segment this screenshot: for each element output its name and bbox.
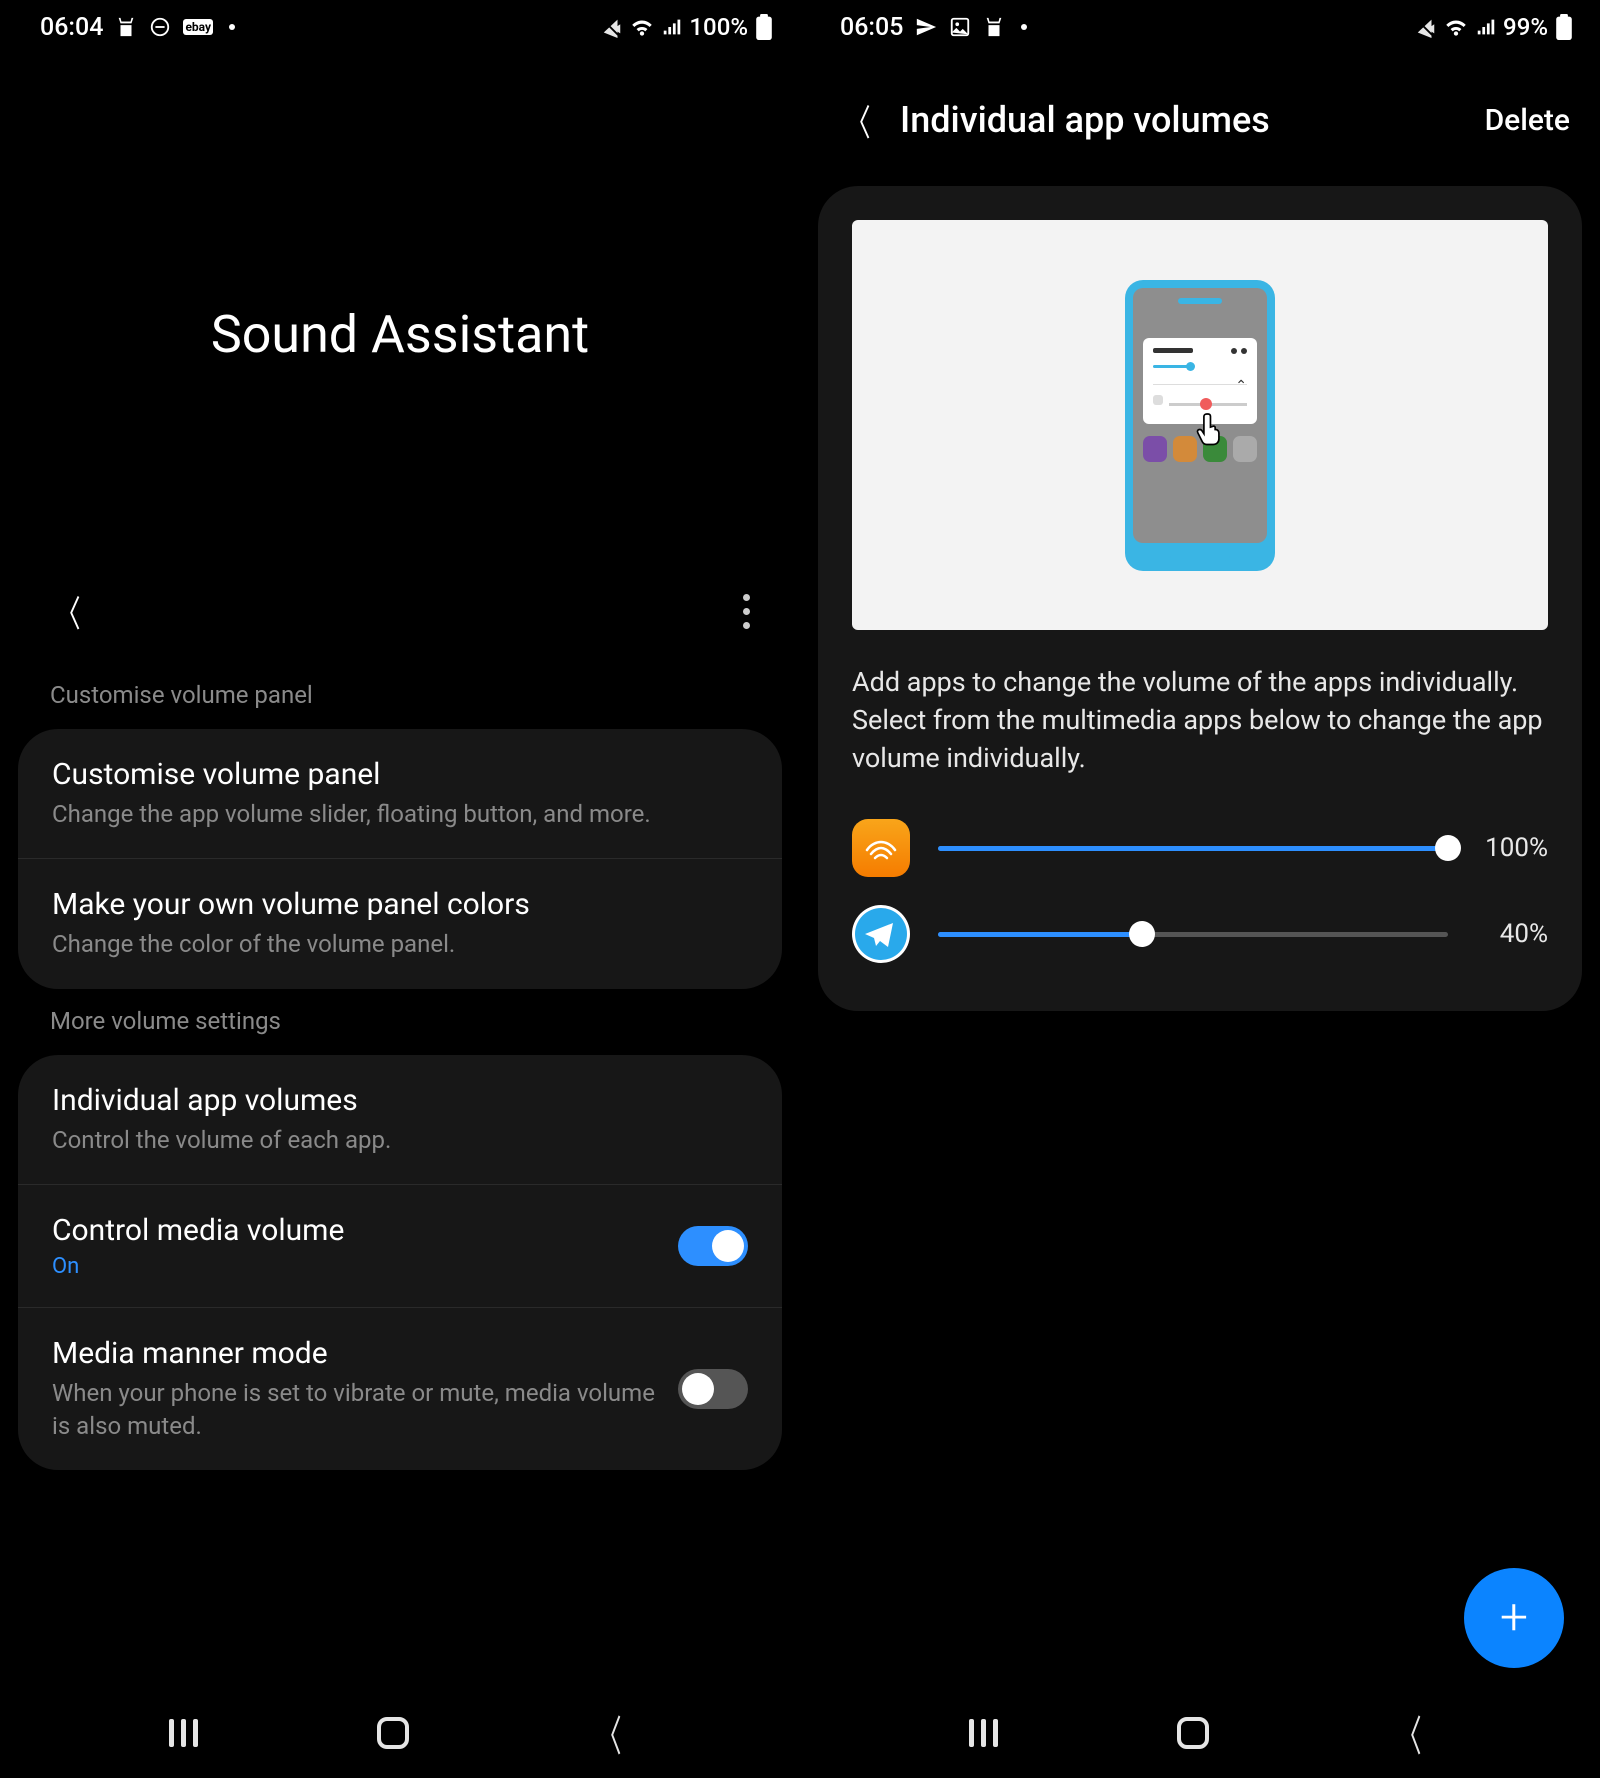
item-title: Customise volume panel xyxy=(52,757,748,792)
nav-recents-button[interactable] xyxy=(169,1719,198,1747)
item-title: Media manner mode xyxy=(52,1336,660,1371)
wifi-icon xyxy=(1443,16,1469,38)
volume-slider-telegram[interactable] xyxy=(938,932,1448,937)
plus-icon: + xyxy=(1500,1589,1528,1647)
card-app-volumes: ⌃ xyxy=(818,186,1582,1011)
page-title: Individual app volumes xyxy=(900,99,1461,141)
status-time: 06:05 xyxy=(840,13,903,42)
item-media-manner-mode[interactable]: Media manner mode When your phone is set… xyxy=(18,1308,782,1470)
battery-percent: 100% xyxy=(689,13,748,41)
nav-home-button[interactable] xyxy=(377,1717,409,1749)
add-app-fab[interactable]: + xyxy=(1464,1568,1564,1668)
navigation-bar: 〈 xyxy=(800,1688,1600,1778)
item-title: Individual app volumes xyxy=(52,1083,748,1118)
vibrate-icon xyxy=(601,16,623,38)
more-menu-button[interactable] xyxy=(743,594,750,629)
battery-icon xyxy=(1556,14,1572,40)
battery-icon xyxy=(756,14,772,40)
app-volume-row-telegram: 40% xyxy=(852,891,1548,977)
item-title: Control media volume xyxy=(52,1213,660,1248)
item-individual-app-volumes[interactable]: Individual app volumes Control the volum… xyxy=(18,1055,782,1185)
volume-value-telegram: 40% xyxy=(1476,919,1548,949)
do-not-disturb-icon xyxy=(149,16,171,38)
delete-button[interactable]: Delete xyxy=(1485,103,1570,138)
section-header-more: More volume settings xyxy=(0,1007,800,1055)
back-button[interactable]: 〈 xyxy=(55,585,80,637)
screen-individual-app-volumes: 06:05 99% xyxy=(800,0,1600,1778)
item-subtitle: Change the app volume slider, floating b… xyxy=(52,798,748,830)
description-text: Add apps to change the volume of the app… xyxy=(852,664,1548,777)
status-bar: 06:04 ebay 100% xyxy=(0,0,800,54)
back-button[interactable]: 〈 xyxy=(845,94,870,146)
app-volume-row-audible: 100% xyxy=(852,805,1548,891)
item-control-media-volume[interactable]: Control media volume On xyxy=(18,1185,782,1308)
signal-icon xyxy=(1475,16,1497,38)
send-icon xyxy=(915,16,937,38)
illustration-panel: ⌃ xyxy=(852,220,1548,630)
page-title: Sound Assistant xyxy=(0,304,800,365)
item-on-label: On xyxy=(52,1254,660,1279)
status-bar: 06:05 99% xyxy=(800,0,1600,54)
item-subtitle: Change the color of the volume panel. xyxy=(52,928,748,960)
toggle-media-manner-mode[interactable] xyxy=(678,1369,748,1409)
nav-home-button[interactable] xyxy=(1177,1717,1209,1749)
item-subtitle: When your phone is set to vibrate or mut… xyxy=(52,1377,660,1442)
notification-dot-icon xyxy=(1021,24,1027,30)
toggle-control-media-volume[interactable] xyxy=(678,1226,748,1266)
notification-dot-icon xyxy=(229,24,235,30)
nav-back-button[interactable]: 〈 xyxy=(597,1703,622,1764)
item-customise-volume-panel[interactable]: Customise volume panel Change the app vo… xyxy=(18,729,782,859)
app-icon-telegram xyxy=(852,905,910,963)
item-volume-panel-colors[interactable]: Make your own volume panel colors Change… xyxy=(18,859,782,988)
signal-icon xyxy=(661,16,683,38)
nav-recents-button[interactable] xyxy=(969,1719,998,1747)
volume-slider-audible[interactable] xyxy=(938,846,1448,851)
card-more-settings: Individual app volumes Control the volum… xyxy=(18,1055,782,1470)
volume-value-audible: 100% xyxy=(1476,833,1548,863)
image-icon xyxy=(949,16,971,38)
nav-back-button[interactable]: 〈 xyxy=(1397,1703,1422,1764)
item-title: Make your own volume panel colors xyxy=(52,887,748,922)
shopping-bag-icon xyxy=(115,16,137,38)
vibrate-icon xyxy=(1415,16,1437,38)
section-header-customise: Customise volume panel xyxy=(0,681,800,729)
card-customise: Customise volume panel Change the app vo… xyxy=(18,729,782,989)
ebay-icon: ebay xyxy=(183,19,213,35)
shopping-bag-icon xyxy=(983,16,1005,38)
navigation-bar: 〈 xyxy=(0,1688,800,1778)
battery-percent: 99% xyxy=(1503,13,1548,41)
item-subtitle: Control the volume of each app. xyxy=(52,1124,748,1156)
status-time: 06:04 xyxy=(40,13,103,42)
wifi-icon xyxy=(629,16,655,38)
app-icon-audible xyxy=(852,819,910,877)
screen-sound-assistant: 06:04 ebay 100% S xyxy=(0,0,800,1778)
